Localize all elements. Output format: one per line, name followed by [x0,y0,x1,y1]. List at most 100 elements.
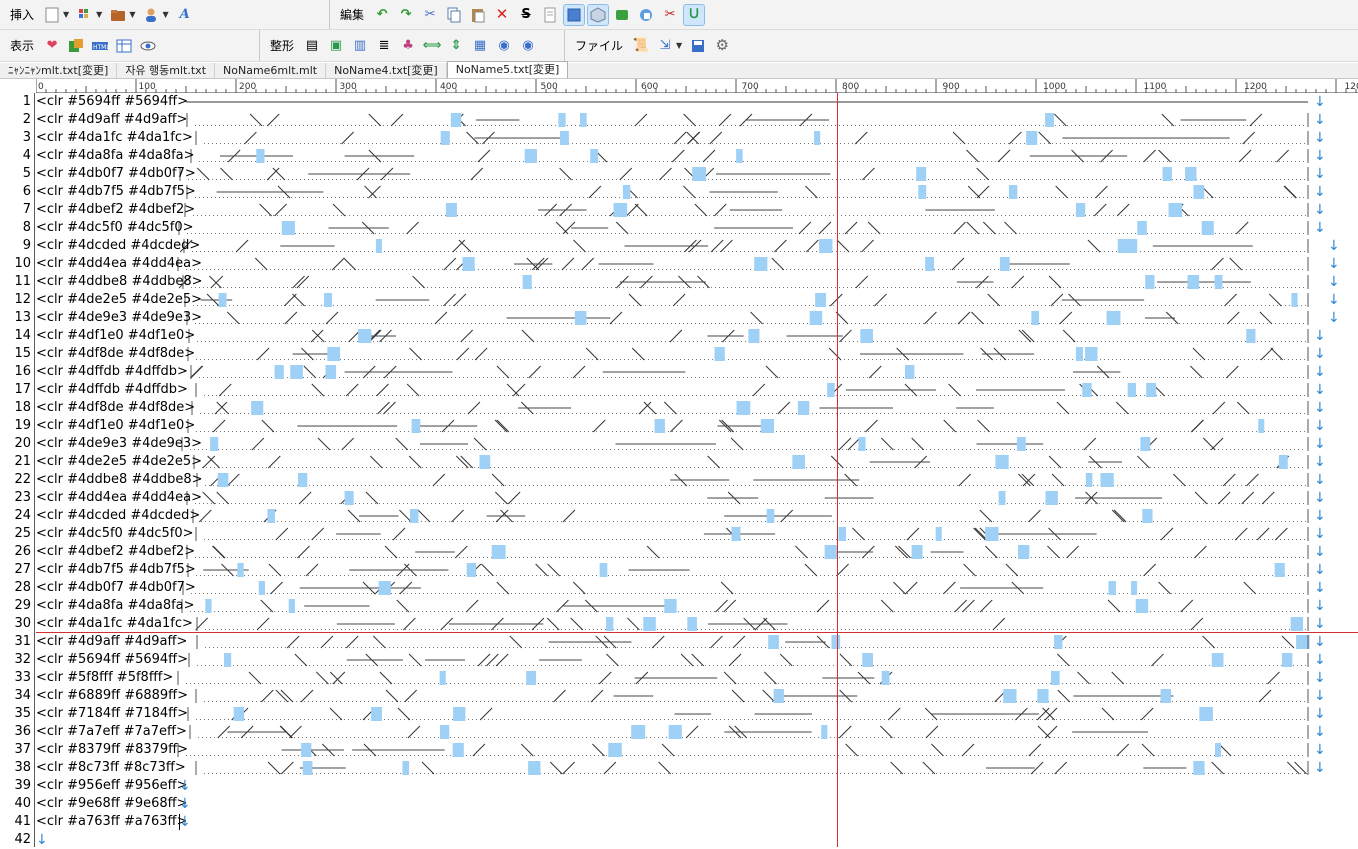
chevron-down-icon[interactable]: ▼ [162,10,168,19]
scissors-icon[interactable]: ✂ [660,5,680,25]
art-dot [1260,251,1261,252]
art-dot [695,287,696,288]
tab-nyannyan[interactable]: ﾆｬﾝﾆｬﾝmlt.txt[変更] [0,63,117,78]
art-dot [937,305,938,306]
art-dot [211,233,212,234]
art-dot [525,341,526,342]
text-editor-area[interactable]: <clr #5694ff #5694ff><clr #4d9aff #4d9af… [36,93,1358,847]
art-dot [478,269,479,270]
scroll-icon[interactable]: 📜 [631,36,651,56]
play-icon[interactable]: ▣ [326,36,346,56]
prev-icon[interactable]: ◉ [494,36,514,56]
art-dot [371,197,372,198]
art-dot [660,143,661,144]
art-dot [759,161,760,162]
art-dot [916,359,917,360]
grid-icon[interactable] [75,5,95,25]
art-dot [1219,161,1220,162]
art-dot [300,395,301,396]
left-align-icon[interactable]: ▥ [350,36,370,56]
chevron-down-icon[interactable]: ▼ [676,41,682,50]
art-dot [1087,125,1088,126]
art-dot [963,287,964,288]
art-dot [1080,395,1081,396]
art-dot [1227,197,1228,198]
new-doc-icon[interactable] [42,5,62,25]
art-dot [488,179,489,180]
tab-jayu-haengdong[interactable]: 자유 행동mlt.txt [117,63,215,78]
cut-icon[interactable]: ✂ [420,5,440,25]
select-box-icon[interactable] [564,5,584,25]
format-icon[interactable]: ♣ [398,36,418,56]
vertical-arrows-icon[interactable]: ⇕ [446,36,466,56]
art-dot [955,125,956,126]
export-icon[interactable]: ⇲ [655,36,675,56]
table-icon[interactable] [114,36,134,56]
line-number: 39 [3,777,31,795]
refresh-icon[interactable] [636,5,656,25]
html-icon[interactable]: HTML [90,36,110,56]
art-dot [723,287,724,288]
cube-icon[interactable] [588,5,608,25]
undo-icon[interactable]: ↶ [372,5,392,25]
paste-icon[interactable] [468,5,488,25]
folder-icon[interactable] [108,5,128,25]
copy-icon[interactable] [444,5,464,25]
art-dot [415,197,416,198]
art-dot [679,197,680,198]
highlight-block [715,347,725,361]
art-dot [375,287,376,288]
art-dot [396,359,397,360]
settings-icon[interactable]: ⚙ [712,36,732,56]
heart-icon[interactable]: ❤ [42,36,62,56]
art-dot [760,251,761,252]
art-dot [323,323,324,324]
strike-icon[interactable]: S [516,5,536,25]
font-a-icon[interactable]: A [175,5,195,25]
chevron-down-icon[interactable]: ▼ [63,10,69,19]
art-dot [684,143,685,144]
align-icon[interactable]: ▤ [302,36,322,56]
art-dot [475,377,476,378]
tab-noname6[interactable]: NoName6mlt.mlt [215,63,326,78]
eye-icon[interactable] [138,36,158,56]
list-icon[interactable]: ≣ [374,36,394,56]
tab-noname5[interactable]: NoName5.txt[変更] [447,61,569,78]
art-dot [746,269,747,270]
green-box-icon[interactable] [612,5,632,25]
redo-icon[interactable]: ↷ [396,5,416,25]
art-dot [844,395,845,396]
tab-noname4[interactable]: NoName4.txt[変更] [326,63,447,78]
page-icon[interactable] [540,5,560,25]
art-dot [375,233,376,234]
art-dot [795,197,796,198]
art-dot [447,233,448,234]
chevron-down-icon[interactable]: ▼ [96,10,102,19]
palette-icon[interactable] [66,36,86,56]
art-dot [264,179,265,180]
delete-icon[interactable]: ✕ [492,5,512,25]
art-dot [1286,269,1287,270]
art-dot [763,197,764,198]
frame-u-icon[interactable]: Ｕ [684,5,704,25]
art-dot [1069,305,1070,306]
next-icon[interactable]: ◉ [518,36,538,56]
art-dot [447,161,448,162]
stack-icon[interactable]: ▦ [470,36,490,56]
art-dot [357,305,358,306]
art-dot [977,305,978,306]
art-dot [540,179,541,180]
save-icon[interactable] [688,36,708,56]
horizontal-arrows-icon[interactable]: ⟺ [422,36,442,56]
art-dot [1239,125,1240,126]
art-dot [880,143,881,144]
chevron-down-icon[interactable]: ▼ [129,10,135,19]
art-dot [667,125,668,126]
user-icon[interactable] [141,5,161,25]
art-dot [1279,233,1280,234]
art-dot [1171,125,1172,126]
art-dot [1095,377,1096,378]
art-dot [1151,125,1152,126]
art-dot [508,395,509,396]
art-dot [1251,377,1252,378]
